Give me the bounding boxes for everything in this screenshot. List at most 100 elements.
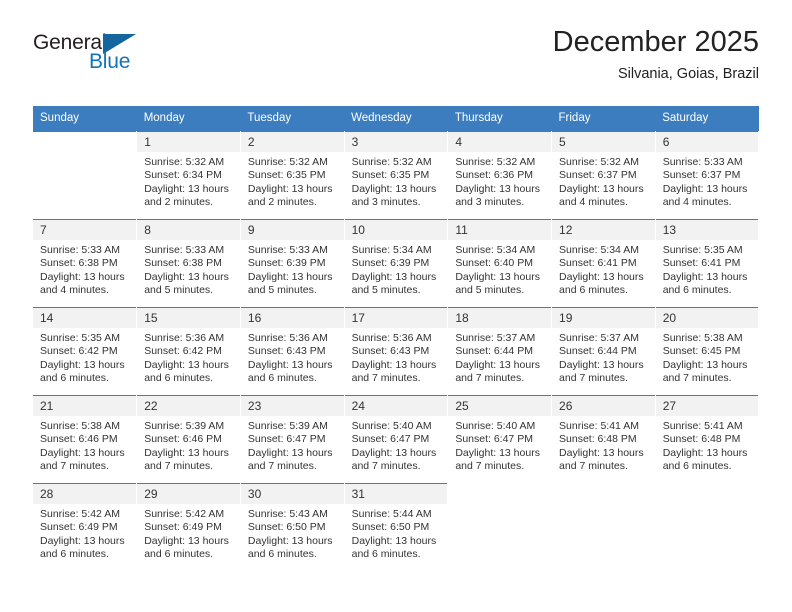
calendar-week-row: 1 Sunrise: 5:32 AM Sunset: 6:34 PM Daylight…: [33, 131, 760, 220]
calendar-day-cell[interactable]: 7 Sunrise: 5:33 AM Sunset: 6:38 PM Daylight…: [33, 219, 138, 308]
calendar-day-cell[interactable]: 25 Sunrise: 5:40 AM Sunset: 6:47 PM Dayligh…: [447, 395, 553, 484]
calendar-day-cell[interactable]: 10 Sunrise: 5:34 AM Sunset: 6:39 PM Dayligh…: [344, 219, 449, 308]
calendar-day-cell[interactable]: 29 Sunrise: 5:42 AM Sunset: 6:49 PM Dayligh…: [136, 483, 241, 571]
daylight-text: Daylight: 13 hours and 6 minutes.: [662, 446, 748, 473]
calendar-day-cell[interactable]: 21 Sunrise: 5:38 AM Sunset: 6:46 PM Dayligh…: [33, 395, 138, 484]
daylight-text: Daylight: 13 hours and 7 minutes.: [455, 446, 540, 473]
day-details: Sunrise: 5:44 AM Sunset: 6:50 PM Daylight:…: [345, 504, 448, 562]
day-details: Sunrise: 5:32 AM Sunset: 6:36 PM Daylight:…: [448, 152, 551, 210]
calendar-day-cell[interactable]: 26 Sunrise: 5:41 AM Sunset: 6:48 PM Dayligh…: [551, 395, 656, 484]
calendar-day-cell[interactable]: 18 Sunrise: 5:37 AM Sunset: 6:44 PM Dayligh…: [447, 307, 553, 396]
calendar-day-cell[interactable]: 5 Sunrise: 5:32 AM Sunset: 6:37 PM Daylight…: [551, 131, 656, 220]
daylight-text: Daylight: 13 hours and 4 minutes.: [559, 182, 644, 209]
sunset-text: Sunset: 6:37 PM: [662, 169, 741, 182]
sunset-text: Sunset: 6:46 PM: [40, 433, 118, 446]
daylight-text: Daylight: 13 hours and 3 minutes.: [455, 182, 540, 209]
daylight-text: Daylight: 13 hours and 4 minutes.: [662, 182, 748, 209]
sunset-text: Sunset: 6:36 PM: [455, 169, 533, 182]
daylight-text: Daylight: 13 hours and 7 minutes.: [40, 446, 125, 473]
day-number: 31: [344, 484, 448, 504]
day-details: Sunrise: 5:39 AM Sunset: 6:46 PM Daylight:…: [137, 416, 240, 474]
calendar-day-cell[interactable]: 20 Sunrise: 5:38 AM Sunset: 6:45 PM Dayligh…: [655, 307, 760, 396]
calendar-day-cell[interactable]: 17 Sunrise: 5:36 AM Sunset: 6:43 PM Dayligh…: [344, 307, 449, 396]
calendar-day-cell[interactable]: 9 Sunrise: 5:33 AM Sunset: 6:39 PM Daylight…: [240, 219, 345, 308]
day-details: Sunrise: 5:41 AM Sunset: 6:48 PM Daylight:…: [656, 416, 759, 474]
sunset-text: Sunset: 6:42 PM: [40, 345, 118, 358]
day-details: Sunrise: 5:36 AM Sunset: 6:43 PM Daylight:…: [345, 328, 448, 386]
day-number: 14: [33, 308, 137, 328]
sunrise-text: Sunrise: 5:33 AM: [662, 156, 743, 168]
daylight-text: Daylight: 13 hours and 4 minutes.: [40, 270, 125, 297]
calendar-day-cell[interactable]: 24 Sunrise: 5:40 AM Sunset: 6:47 PM Dayligh…: [344, 395, 449, 484]
day-number: 23: [240, 396, 344, 416]
day-details: Sunrise: 5:33 AM Sunset: 6:38 PM Daylight:…: [137, 240, 240, 298]
weekday-header-wednesday: Wednesday: [344, 106, 448, 132]
sunset-text: Sunset: 6:43 PM: [247, 345, 326, 358]
sunset-text: Sunset: 6:41 PM: [662, 257, 741, 270]
sunset-text: Sunset: 6:48 PM: [662, 433, 741, 446]
day-details: Sunrise: 5:32 AM Sunset: 6:35 PM Daylight:…: [345, 152, 448, 210]
calendar-day-cell[interactable]: 2 Sunrise: 5:32 AM Sunset: 6:35 PM Daylight…: [240, 131, 345, 220]
calendar-day-cell[interactable]: 15 Sunrise: 5:36 AM Sunset: 6:42 PM Dayligh…: [136, 307, 241, 396]
weekday-header-monday: Monday: [136, 106, 241, 132]
daylight-text: Daylight: 13 hours and 5 minutes.: [144, 270, 229, 297]
day-number: 12: [552, 220, 655, 240]
calendar-day-cell[interactable]: 27 Sunrise: 5:41 AM Sunset: 6:48 PM Dayligh…: [655, 395, 760, 484]
day-details: Sunrise: 5:41 AM Sunset: 6:48 PM Daylight:…: [552, 416, 655, 474]
sunset-text: Sunset: 6:49 PM: [40, 521, 118, 534]
day-number: 13: [655, 220, 759, 240]
calendar-table: Sunday Monday Tuesday Wednesday Thursday…: [33, 106, 760, 571]
sunrise-text: Sunrise: 5:39 AM: [144, 420, 225, 432]
calendar-day-cell[interactable]: 14 Sunrise: 5:35 AM Sunset: 6:42 PM Dayligh…: [33, 307, 138, 396]
sunset-text: Sunset: 6:44 PM: [455, 345, 533, 358]
sunrise-text: Sunrise: 5:39 AM: [247, 420, 328, 432]
day-details: Sunrise: 5:38 AM Sunset: 6:46 PM Daylight:…: [33, 416, 136, 474]
sunset-text: Sunset: 6:38 PM: [144, 257, 222, 270]
logo-text-blue: Blue: [89, 50, 131, 73]
day-details: Sunrise: 5:36 AM Sunset: 6:43 PM Daylight:…: [241, 328, 344, 386]
daylight-text: Daylight: 13 hours and 6 minutes.: [40, 358, 125, 385]
calendar-day-cell[interactable]: 28 Sunrise: 5:42 AM Sunset: 6:49 PM Dayligh…: [33, 483, 138, 571]
day-number: 17: [344, 308, 448, 328]
calendar-day-cell[interactable]: 23 Sunrise: 5:39 AM Sunset: 6:47 PM Dayligh…: [240, 395, 345, 484]
sunrise-text: Sunrise: 5:41 AM: [559, 420, 639, 432]
sunrise-text: Sunrise: 5:40 AM: [351, 420, 432, 432]
calendar-body: 1 Sunrise: 5:32 AM Sunset: 6:34 PM Daylight…: [33, 131, 760, 571]
daylight-text: Daylight: 13 hours and 7 minutes.: [351, 358, 437, 385]
daylight-text: Daylight: 13 hours and 3 minutes.: [351, 182, 437, 209]
title-block: December 2025 Silvania, Goias, Brazil: [553, 24, 759, 85]
calendar-day-cell[interactable]: 11 Sunrise: 5:34 AM Sunset: 6:40 PM Dayligh…: [447, 219, 553, 308]
calendar-day-cell[interactable]: 16 Sunrise: 5:36 AM Sunset: 6:43 PM Dayligh…: [240, 307, 345, 396]
calendar-day-cell[interactable]: 1 Sunrise: 5:32 AM Sunset: 6:34 PM Daylight…: [136, 131, 241, 220]
calendar-day-cell[interactable]: 6 Sunrise: 5:33 AM Sunset: 6:37 PM Daylight…: [655, 131, 760, 220]
daylight-text: Daylight: 13 hours and 6 minutes.: [247, 534, 333, 561]
calendar-day-cell[interactable]: 4 Sunrise: 5:32 AM Sunset: 6:36 PM Daylight…: [447, 131, 553, 220]
sunrise-text: Sunrise: 5:34 AM: [455, 244, 536, 256]
daylight-text: Daylight: 13 hours and 2 minutes.: [247, 182, 333, 209]
calendar-day-cell[interactable]: 13 Sunrise: 5:35 AM Sunset: 6:41 PM Dayligh…: [655, 219, 760, 308]
sunrise-text: Sunrise: 5:41 AM: [662, 420, 743, 432]
day-number: 9: [240, 220, 344, 240]
day-number: 21: [33, 396, 137, 416]
calendar-day-cell[interactable]: 22 Sunrise: 5:39 AM Sunset: 6:46 PM Dayligh…: [136, 395, 241, 484]
calendar-day-cell[interactable]: 30 Sunrise: 5:43 AM Sunset: 6:50 PM Dayligh…: [240, 483, 345, 571]
calendar-day-cell[interactable]: 12 Sunrise: 5:34 AM Sunset: 6:41 PM Dayligh…: [551, 219, 656, 308]
general-blue-logo[interactable]: General Blue: [33, 32, 153, 82]
sunset-text: Sunset: 6:50 PM: [351, 521, 430, 534]
weekday-header-saturday: Saturday: [655, 106, 759, 132]
day-number: 2: [240, 132, 344, 152]
calendar-day-cell[interactable]: 19 Sunrise: 5:37 AM Sunset: 6:44 PM Dayligh…: [551, 307, 656, 396]
calendar-day-cell[interactable]: 31 Sunrise: 5:44 AM Sunset: 6:50 PM Dayligh…: [344, 483, 449, 571]
daylight-text: Daylight: 13 hours and 6 minutes.: [559, 270, 644, 297]
calendar-day-cell[interactable]: 8 Sunrise: 5:33 AM Sunset: 6:38 PM Daylight…: [136, 219, 241, 308]
sunrise-text: Sunrise: 5:32 AM: [455, 156, 536, 168]
weekday-header-row: Sunday Monday Tuesday Wednesday Thursday…: [33, 106, 759, 132]
daylight-text: Daylight: 13 hours and 2 minutes.: [144, 182, 229, 209]
day-details: Sunrise: 5:32 AM Sunset: 6:34 PM Daylight:…: [137, 152, 240, 210]
sunrise-text: Sunrise: 5:38 AM: [40, 420, 120, 432]
calendar-day-cell[interactable]: 3 Sunrise: 5:32 AM Sunset: 6:35 PM Daylight…: [344, 131, 449, 220]
day-number: 11: [448, 220, 552, 240]
weekday-header-thursday: Thursday: [447, 106, 552, 132]
sunset-text: Sunset: 6:44 PM: [559, 345, 637, 358]
sunrise-text: Sunrise: 5:35 AM: [662, 244, 743, 256]
